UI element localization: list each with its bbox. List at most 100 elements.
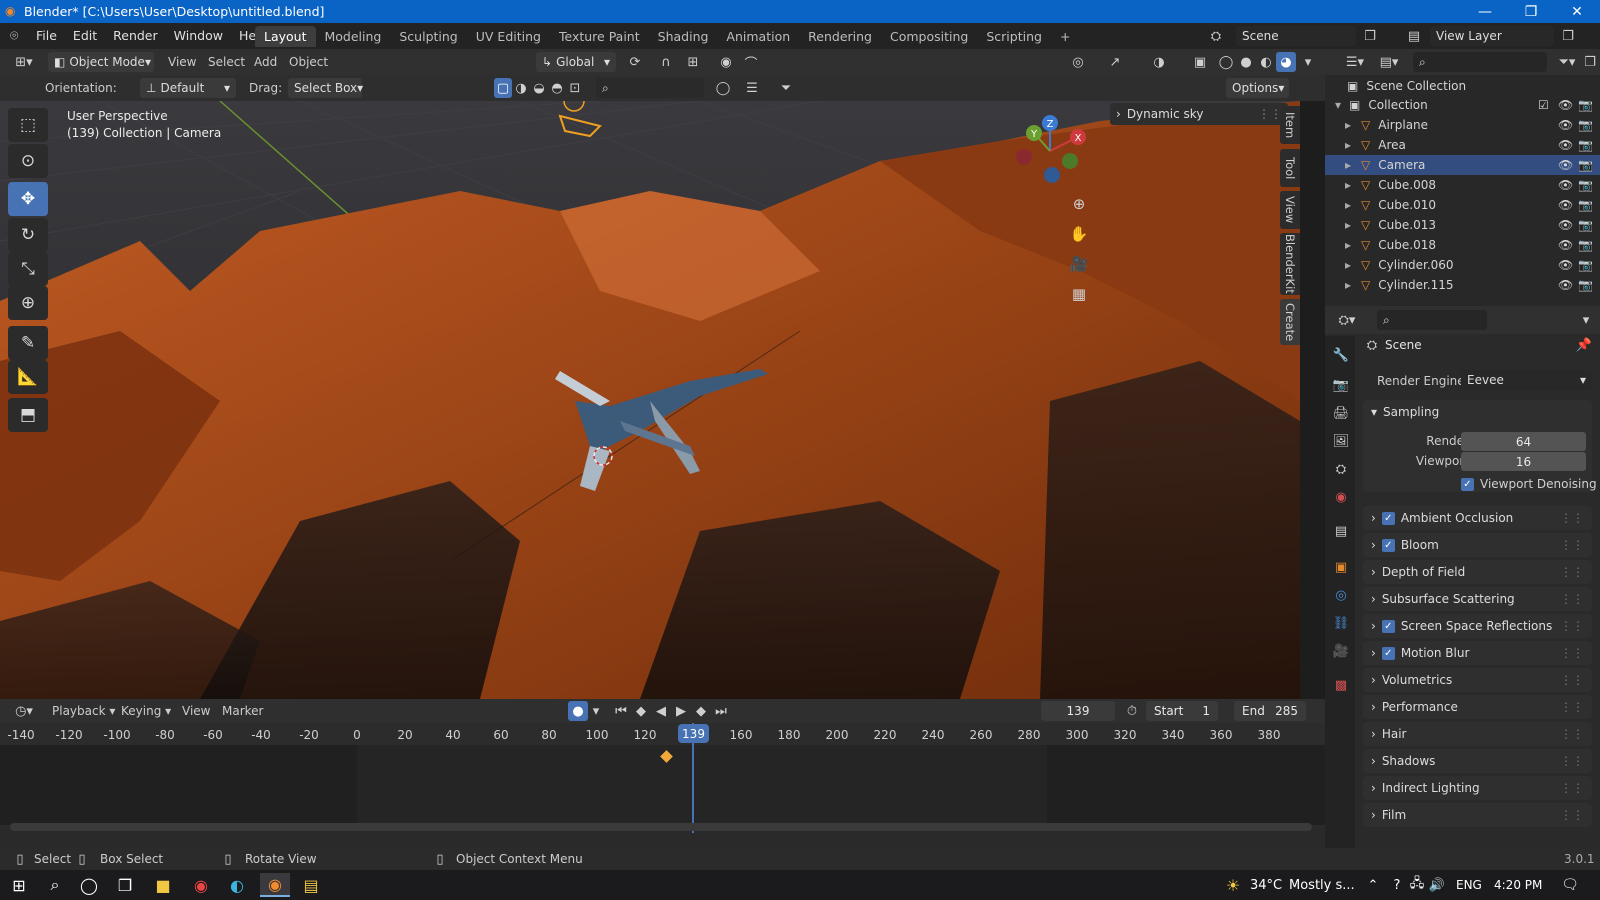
drag-handle-icon[interactable]: ⋮⋮ bbox=[1560, 808, 1584, 822]
shading-options-icon[interactable]: ▾ bbox=[1298, 52, 1318, 72]
transform-orientation-selector[interactable]: ↳ Global ▾ bbox=[536, 52, 616, 72]
list-options-icon[interactable]: ☰ bbox=[738, 78, 766, 98]
menu-add[interactable]: Add bbox=[254, 55, 277, 69]
weather-temperature[interactable]: 34°C bbox=[1250, 878, 1282, 893]
properties-panel[interactable]: › Depth of Field ⋮⋮ bbox=[1363, 560, 1592, 584]
volume-icon[interactable]: 🔊 bbox=[1422, 873, 1452, 897]
menu-select[interactable]: Select bbox=[208, 55, 245, 69]
tab-animation[interactable]: Animation bbox=[717, 26, 799, 47]
eye-icon[interactable]: 👁 bbox=[1558, 198, 1573, 212]
snap-icon[interactable]: ∩ bbox=[656, 52, 676, 72]
menu-keying[interactable]: Keying ▾ bbox=[121, 704, 171, 718]
scene-selector[interactable]: Scene bbox=[1236, 26, 1356, 46]
snap-target-icon[interactable]: ⊞ bbox=[680, 52, 706, 72]
maximize-button[interactable]: ❐ bbox=[1508, 0, 1554, 23]
menu-render[interactable]: Render bbox=[105, 28, 166, 43]
chrome-icon[interactable]: ◉ bbox=[186, 873, 216, 897]
pin-icon[interactable]: 📌 bbox=[1575, 336, 1593, 354]
eye-icon[interactable]: 👁 bbox=[1558, 138, 1573, 152]
object-data-tab-icon[interactable]: 🎥 bbox=[1330, 640, 1352, 662]
camera-view-icon[interactable]: 🎥 bbox=[1068, 253, 1090, 275]
select-mode-new-icon[interactable]: ▢ bbox=[494, 78, 512, 98]
navigation-gizmo[interactable]: Z X Y bbox=[1010, 111, 1090, 191]
camera-render-icon[interactable]: 📷 bbox=[1578, 238, 1593, 252]
drag-handle-icon[interactable]: ⋮⋮ bbox=[1560, 754, 1584, 768]
annotate-tool-icon[interactable]: ✎ bbox=[8, 326, 48, 360]
checkbox-checked-icon[interactable]: ✓ bbox=[1381, 619, 1395, 633]
filter-toggle-icon[interactable]: ◯ bbox=[712, 78, 734, 98]
properties-search-input[interactable]: ⌕ bbox=[1377, 310, 1487, 330]
drag-handle-icon[interactable]: ⋮⋮ bbox=[1560, 619, 1584, 633]
select-mode-extend-icon[interactable]: ◑ bbox=[512, 78, 530, 98]
move-tool-icon[interactable]: ✥ bbox=[8, 182, 48, 216]
tab-texture-paint[interactable]: Texture Paint bbox=[550, 26, 649, 47]
tab-modeling[interactable]: Modeling bbox=[316, 26, 391, 47]
scale-tool-icon[interactable]: ⤡ bbox=[8, 252, 48, 286]
eye-icon[interactable]: 👁 bbox=[1558, 158, 1573, 172]
properties-panel[interactable]: › Volumetrics ⋮⋮ bbox=[1363, 668, 1592, 692]
notifications-icon[interactable]: 🗨 bbox=[1555, 873, 1585, 897]
chevron-right-icon[interactable]: ▸ bbox=[1345, 278, 1351, 292]
camera-render-icon[interactable]: 📷 bbox=[1578, 198, 1593, 212]
select-mode-subtract-icon[interactable]: ◒ bbox=[530, 78, 548, 98]
texture-tab-icon[interactable]: ▩ bbox=[1330, 674, 1352, 696]
outliner-item[interactable]: ▸ ▽ Cylinder.115 👁 📷 bbox=[1325, 275, 1600, 295]
render-tab-icon[interactable]: 📷 bbox=[1330, 374, 1352, 396]
drag-handle-icon[interactable]: ⋮⋮ bbox=[1258, 107, 1282, 121]
camera-render-icon[interactable]: 📷 bbox=[1578, 178, 1593, 192]
chevron-right-icon[interactable]: ▸ bbox=[1345, 238, 1351, 252]
properties-panel[interactable]: › Film ⋮⋮ bbox=[1363, 803, 1592, 827]
gizmo-toggle-icon[interactable]: ↗ bbox=[1100, 52, 1130, 72]
output-tab-icon[interactable]: 🖨 bbox=[1330, 402, 1352, 424]
properties-editor-type-icon[interactable]: ⛭▾ bbox=[1333, 310, 1361, 330]
drag-handle-icon[interactable]: ⋮⋮ bbox=[1560, 727, 1584, 741]
options-dropdown[interactable]: Options ▾ bbox=[1226, 78, 1289, 98]
tab-uv-editing[interactable]: UV Editing bbox=[467, 26, 550, 47]
outliner-filter-icon[interactable]: ⏷▾ bbox=[1555, 52, 1579, 72]
menu-window[interactable]: Window bbox=[166, 28, 231, 43]
display-mode-icon[interactable]: ▤▾ bbox=[1375, 52, 1403, 72]
mode-selector[interactable]: ◧ Object Mode ▾ bbox=[48, 52, 154, 72]
sidetab-tool[interactable]: Tool bbox=[1280, 149, 1300, 187]
current-frame-field[interactable]: 139 bbox=[1041, 701, 1115, 721]
play-reverse-icon[interactable]: ◀ bbox=[652, 701, 670, 721]
camera-render-icon[interactable]: 📷 bbox=[1578, 98, 1593, 112]
pivot-icon[interactable]: ⟳ bbox=[622, 52, 648, 72]
properties-panel[interactable]: › ✓ Motion Blur ⋮⋮ bbox=[1363, 641, 1592, 665]
cortana-icon[interactable]: ◯ bbox=[74, 873, 104, 897]
properties-panel[interactable]: › ✓ Screen Space Reflections ⋮⋮ bbox=[1363, 614, 1592, 638]
tab-shading[interactable]: Shading bbox=[649, 26, 718, 47]
outliner-editor-type-icon[interactable]: ☰▾ bbox=[1341, 52, 1369, 72]
outliner-item[interactable]: ▸ ▽ Cube.018 👁 📷 bbox=[1325, 235, 1600, 255]
end-frame-field[interactable]: End 285 bbox=[1234, 701, 1306, 721]
falloff-icon[interactable]: ⌒ bbox=[738, 52, 764, 72]
transform-tool-icon[interactable]: ⊕ bbox=[8, 286, 48, 320]
new-collection-icon[interactable]: ❐ bbox=[1580, 52, 1600, 72]
chevron-right-icon[interactable]: ▸ bbox=[1345, 138, 1351, 152]
overlay-toggle-icon[interactable]: ◑ bbox=[1144, 52, 1174, 72]
collection-checkbox-icon[interactable]: ☑ bbox=[1538, 98, 1549, 112]
outliner-item[interactable]: ▸ ▽ Cube.010 👁 📷 bbox=[1325, 195, 1600, 215]
checkbox-checked-icon[interactable]: ✓ bbox=[1381, 646, 1395, 660]
properties-panel[interactable]: › ✓ Bloom ⋮⋮ bbox=[1363, 533, 1592, 557]
outliner-item[interactable]: ▸ ▽ Cube.013 👁 📷 bbox=[1325, 215, 1600, 235]
render-engine-selector[interactable]: Eevee ▾ bbox=[1461, 370, 1592, 390]
menu-view[interactable]: View bbox=[168, 55, 196, 69]
outliner-search-input[interactable]: ⌕ bbox=[1413, 52, 1547, 72]
properties-panel[interactable]: › ✓ Ambient Occlusion ⋮⋮ bbox=[1363, 506, 1592, 530]
clock-time[interactable]: 4:20 PM bbox=[1494, 878, 1542, 892]
viewport-samples-field[interactable]: 16 bbox=[1461, 452, 1586, 471]
editor-type-icon[interactable]: ⊞▾ bbox=[10, 52, 38, 72]
3d-viewport[interactable]: User Perspective (139) Collection | Came… bbox=[0, 101, 1300, 699]
proportional-edit-icon[interactable]: ◉ bbox=[716, 52, 736, 72]
chevron-down-icon[interactable]: ▾ bbox=[1335, 98, 1341, 112]
edge-icon[interactable]: ◐ bbox=[222, 873, 252, 897]
rotate-tool-icon[interactable]: ↻ bbox=[8, 218, 48, 252]
select-mode-intersect-icon[interactable]: ⊡ bbox=[566, 78, 584, 98]
outliner-scene-collection[interactable]: ▣ Scene Collection bbox=[1325, 76, 1600, 96]
checkbox-checked-icon[interactable]: ✓ bbox=[1381, 538, 1395, 552]
physics-tab-icon[interactable]: ◎ bbox=[1330, 584, 1352, 606]
chevron-right-icon[interactable]: ▸ bbox=[1345, 218, 1351, 232]
outliner-item[interactable]: ▸ ▽ Area 👁 📷 bbox=[1325, 135, 1600, 155]
material-shading-icon[interactable]: ◐ bbox=[1256, 52, 1276, 72]
